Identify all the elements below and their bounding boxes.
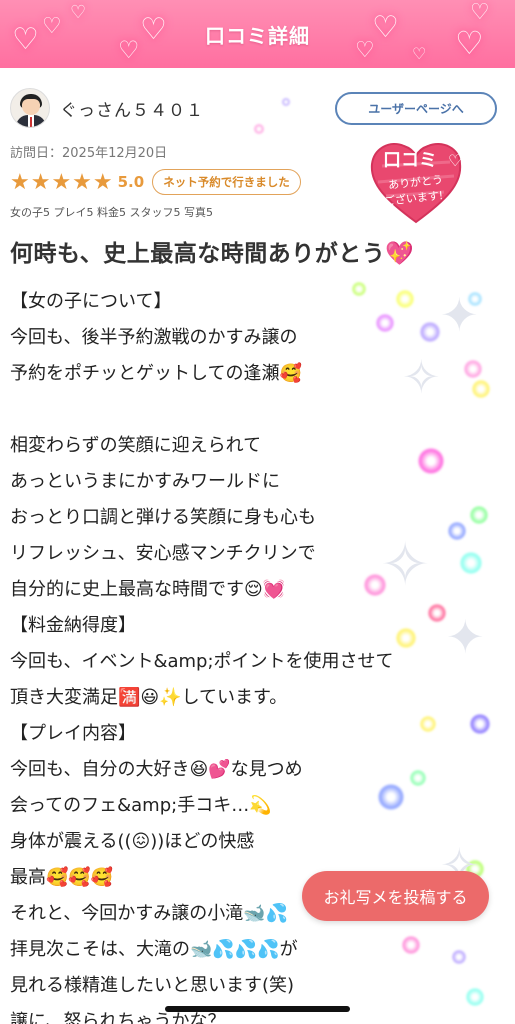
review-line: 今回も、後半予約激戦のかすみ譲の — [10, 327, 298, 348]
rating-row: ★★★★★ 5.0 ネット予約で行きました — [10, 168, 301, 196]
rating-score: 5.0 — [117, 173, 145, 191]
heart-decoration-icon: ♡ — [372, 10, 399, 45]
heart-decoration-icon: ♡ — [470, 0, 490, 25]
visit-date: 訪問日：2025年12月20日 — [10, 146, 168, 161]
reviewer-row: ぐっさん５４０１ ユーザーページへ — [10, 88, 505, 130]
user-page-button[interactable]: ユーザーページへ — [335, 92, 497, 125]
review-line: 頂き大変満足🈵😃✨しています。 — [10, 687, 288, 708]
review-line: おっとり口調と弾ける笑顔に身も心も — [10, 507, 316, 528]
rating-stars-icon: ★★★★★ — [10, 169, 114, 195]
review-line: 見れる様精進したいと思います(笑) — [10, 975, 295, 996]
reviewer-name[interactable]: ぐっさん５４０１ — [60, 96, 204, 121]
sub-ratings: 女の子5 プレイ5 料金5 スタッフ5 写真5 — [10, 206, 213, 219]
review-line: 身体が震える((😖))ほどの快感 — [10, 831, 255, 852]
review-title: 何時も、史上最高な時間ありがとう💖 — [10, 241, 415, 267]
review-line — [10, 392, 505, 428]
heart-decoration-icon: ♡ — [412, 44, 427, 63]
home-indicator[interactable] — [165, 1006, 350, 1012]
avatar[interactable] — [10, 88, 50, 128]
heart-decoration-icon: ♡ — [42, 14, 62, 39]
review-line: 相変わらずの笑顔に迎えられて — [10, 435, 262, 456]
review-line: 予約をポチッとゲットしての逢瀬🥰 — [10, 363, 302, 384]
review-line: 自分的に史上最高な時間です😌💓 — [10, 579, 286, 600]
review-line: 今回も、自分の大好き😆💕な見つめ — [10, 759, 303, 780]
review-line: 【料金納得度】 — [10, 615, 136, 636]
heart-decoration-icon: ♡ — [355, 38, 375, 63]
review-line: 会ってのフェ&amp;手コキ…💫 — [10, 795, 272, 816]
stamp-text-1: 口コミ — [383, 150, 437, 171]
post-thanks-photo-button[interactable]: お礼写メを投稿する — [302, 871, 489, 921]
header-bar: ♡ ♡ ♡ ♡ ♡ ♡ ♡ ♡ ♡ ♡ 口コミ詳細 — [0, 0, 515, 68]
review-line: 拝見次こそは、大滝の🐋💦💦💦が — [10, 939, 298, 960]
svg-text:♡: ♡ — [448, 151, 462, 170]
heart-decoration-icon: ♡ — [70, 2, 87, 23]
heart-decoration-icon: ♡ — [455, 24, 484, 62]
review-line: 今回も、イベント&amp;ポイントを使用させて — [10, 651, 394, 672]
review-line: 【女の子について】 — [10, 291, 172, 312]
heart-decoration-icon: ♡ — [12, 22, 39, 57]
heart-decoration-icon: ♡ — [118, 36, 140, 64]
heart-decoration-icon: ♡ — [140, 12, 167, 47]
review-line: リフレッシュ、安心感マンチクリンで — [10, 543, 316, 564]
review-line: 【プレイ内容】 — [10, 723, 136, 744]
page-title: 口コミ詳細 — [205, 23, 310, 48]
review-line: あっというまにかすみワールドに — [10, 471, 280, 492]
net-reservation-badge: ネット予約で行きました — [152, 169, 301, 195]
thanks-stamp: 口コミ ♡ ありがとう ございます! — [370, 143, 462, 224]
